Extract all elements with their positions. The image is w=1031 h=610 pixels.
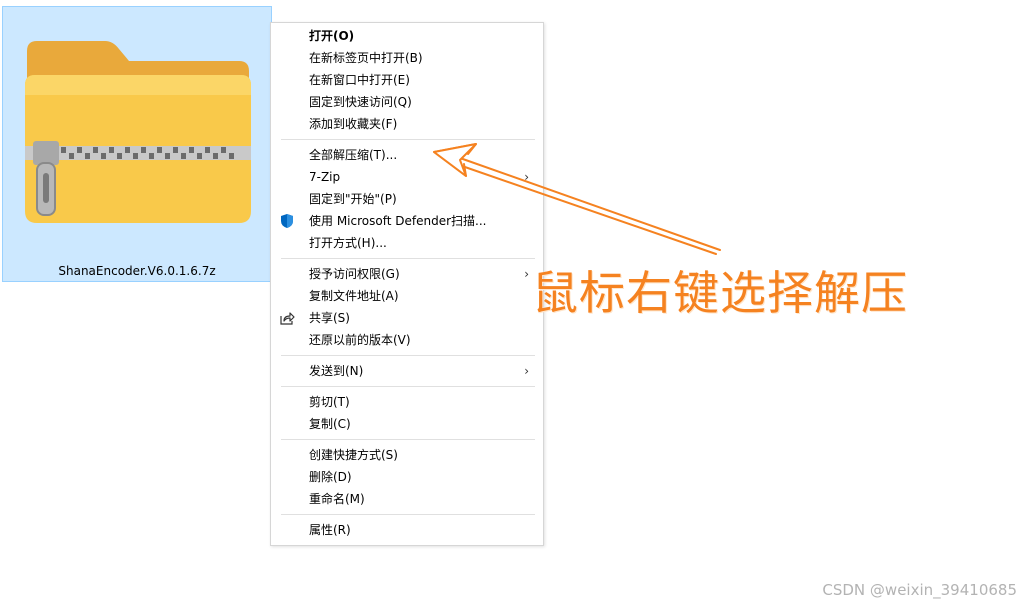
menu-item-复制文件地址[interactable]: 复制文件地址(A) [271, 285, 543, 307]
menu-item-删除[interactable]: 删除(D) [271, 466, 543, 488]
menu-item-复制[interactable]: 复制(C) [271, 413, 543, 435]
share-icon [280, 312, 295, 325]
menu-item-label: 在新窗口中打开(E) [309, 73, 410, 87]
defender-shield-icon [281, 214, 293, 228]
menu-item-label: 固定到快速访问(Q) [309, 95, 412, 109]
menu-item-label: 添加到收藏夹(F) [309, 117, 398, 131]
menu-item-label: 创建快捷方式(S) [309, 448, 398, 462]
context-menu: 打开(O) 在新标签页中打开(B) 在新窗口中打开(E) 固定到快速访问(Q) 添加到收… [270, 22, 544, 546]
menu-item-添加到收藏夹[interactable]: 添加到收藏夹(F) [271, 113, 543, 135]
annotation-arrow [433, 143, 721, 255]
menu-item-共享[interactable]: 共享(S) [271, 307, 543, 329]
menu-separator [281, 386, 535, 387]
menu-item-label: 在新标签页中打开(B) [309, 51, 423, 65]
menu-item-label: 复制(C) [309, 417, 351, 431]
menu-item-在新标签页中打开[interactable]: 在新标签页中打开(B) [271, 47, 543, 69]
selected-file-tile[interactable]: ShanaEncoder.V6.0.1.6.7z [2, 6, 272, 282]
menu-item-重命名[interactable]: 重命名(M) [271, 488, 543, 510]
menu-item-label: 打开方式(H)... [309, 236, 387, 250]
menu-item-还原以前的版本[interactable]: 还原以前的版本(V) [271, 329, 543, 351]
menu-item-label: 重命名(M) [309, 492, 365, 506]
menu-separator [281, 355, 535, 356]
menu-separator [281, 514, 535, 515]
menu-item-固定到快速访问[interactable]: 固定到快速访问(Q) [271, 91, 543, 113]
menu-item-label: 打开(O) [309, 29, 355, 43]
menu-item-剪切[interactable]: 剪切(T) [271, 391, 543, 413]
menu-item-label: 还原以前的版本(V) [309, 333, 411, 347]
menu-item-发送到[interactable]: 发送到(N) › [271, 360, 543, 382]
menu-item-label: 共享(S) [309, 311, 350, 325]
menu-item-属性[interactable]: 属性(R) [271, 519, 543, 541]
menu-item-label: 属性(R) [309, 523, 351, 537]
menu-item-label: 删除(D) [309, 470, 352, 484]
menu-item-label: 7-Zip [309, 170, 341, 184]
menu-item-label: 授予访问权限(G) [309, 267, 400, 281]
menu-item-在新窗口中打开[interactable]: 在新窗口中打开(E) [271, 69, 543, 91]
menu-item-创建快捷方式[interactable]: 创建快捷方式(S) [271, 444, 543, 466]
watermark: CSDN @weixin_39410685 [822, 581, 1017, 599]
menu-item-label: 固定到"开始"(P) [309, 192, 397, 206]
menu-item-label: 全部解压缩(T)... [309, 148, 398, 162]
annotation-caption: 鼠标右键选择解压 [532, 266, 908, 320]
zip-folder-icon [25, 41, 251, 223]
file-name-label: ShanaEncoder.V6.0.1.6.7z [58, 264, 216, 278]
menu-item-label: 发送到(N) [309, 364, 364, 378]
chevron-right-icon: › [524, 364, 529, 378]
menu-item-label: 剪切(T) [309, 395, 350, 409]
menu-item-打开[interactable]: 打开(O) [271, 25, 543, 47]
menu-item-label: 复制文件地址(A) [309, 289, 399, 303]
menu-separator [281, 439, 535, 440]
